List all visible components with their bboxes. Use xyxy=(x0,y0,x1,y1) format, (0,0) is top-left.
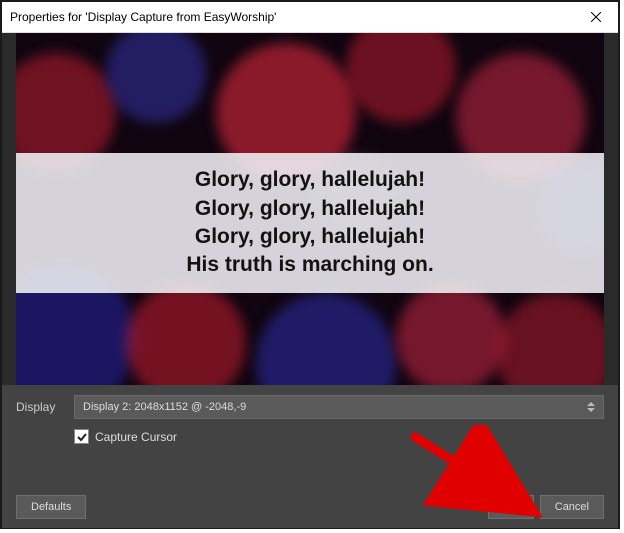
defaults-button[interactable]: Defaults xyxy=(16,495,86,519)
preview-gutter-left xyxy=(2,33,16,385)
window-title: Properties for 'Display Capture from Eas… xyxy=(2,10,276,24)
display-select[interactable]: Display 2: 2048x1152 @ -2048,-9 xyxy=(74,395,604,419)
lyric-line: Glory, glory, hallelujah! xyxy=(195,223,425,251)
capture-cursor-checkbox[interactable] xyxy=(74,429,89,444)
stepper-icon xyxy=(587,402,595,412)
cancel-button[interactable]: Cancel xyxy=(540,495,604,519)
lyric-line: Glory, glory, hallelujah! xyxy=(195,195,425,223)
close-icon xyxy=(591,12,601,22)
display-row: Display Display 2: 2048x1152 @ -2048,-9 xyxy=(16,395,604,419)
form-controls: Display Display 2: 2048x1152 @ -2048,-9 … xyxy=(2,385,618,444)
dialog-footer: Defaults OK Cancel xyxy=(2,486,618,528)
capture-cursor-label: Capture Cursor xyxy=(95,430,177,444)
dialog-body: Glory, glory, hallelujah! Glory, glory, … xyxy=(2,33,618,528)
properties-dialog: Properties for 'Display Capture from Eas… xyxy=(0,0,620,529)
titlebar: Properties for 'Display Capture from Eas… xyxy=(2,2,618,33)
display-value: Display 2: 2048x1152 @ -2048,-9 xyxy=(83,401,246,413)
footer-right-group: OK Cancel xyxy=(488,495,604,519)
capture-cursor-row: Capture Cursor xyxy=(74,429,604,444)
lyric-line: His truth is marching on. xyxy=(186,251,433,279)
display-label: Display xyxy=(16,400,74,414)
lyric-line: Glory, glory, hallelujah! xyxy=(195,166,425,194)
preview-region: Glory, glory, hallelujah! Glory, glory, … xyxy=(2,33,618,385)
checkmark-icon xyxy=(77,432,87,442)
close-button[interactable] xyxy=(573,2,618,32)
preview-gutter-right xyxy=(604,33,618,385)
ok-button[interactable]: OK xyxy=(488,495,534,519)
display-preview: Glory, glory, hallelujah! Glory, glory, … xyxy=(16,33,604,385)
lyrics-banner: Glory, glory, hallelujah! Glory, glory, … xyxy=(16,153,604,293)
